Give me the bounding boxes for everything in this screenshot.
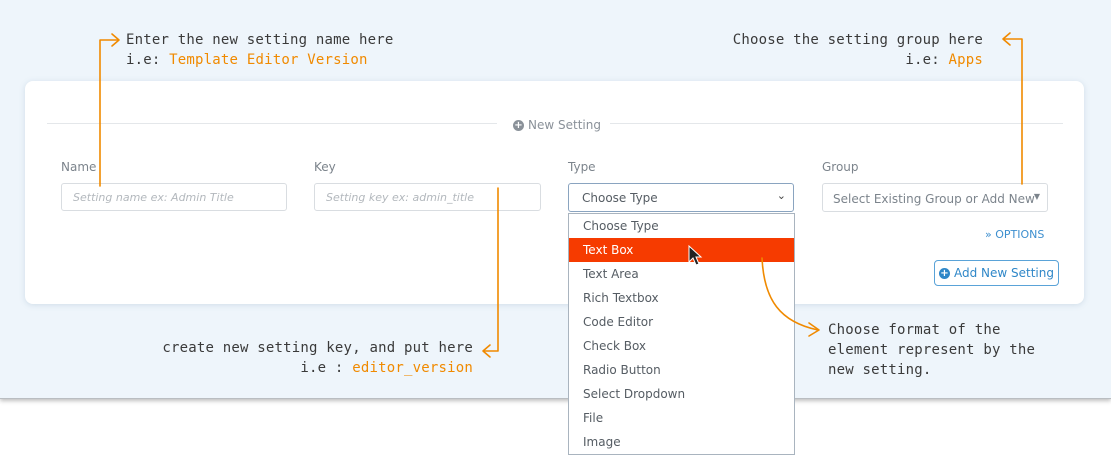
key-arrow (483, 187, 499, 352)
name-arrow (99, 39, 119, 187)
mouse-cursor-icon (688, 244, 703, 266)
group-arrow (1003, 38, 1023, 185)
annotation-arrows (99, 32, 1023, 358)
type-arrow (761, 257, 819, 331)
